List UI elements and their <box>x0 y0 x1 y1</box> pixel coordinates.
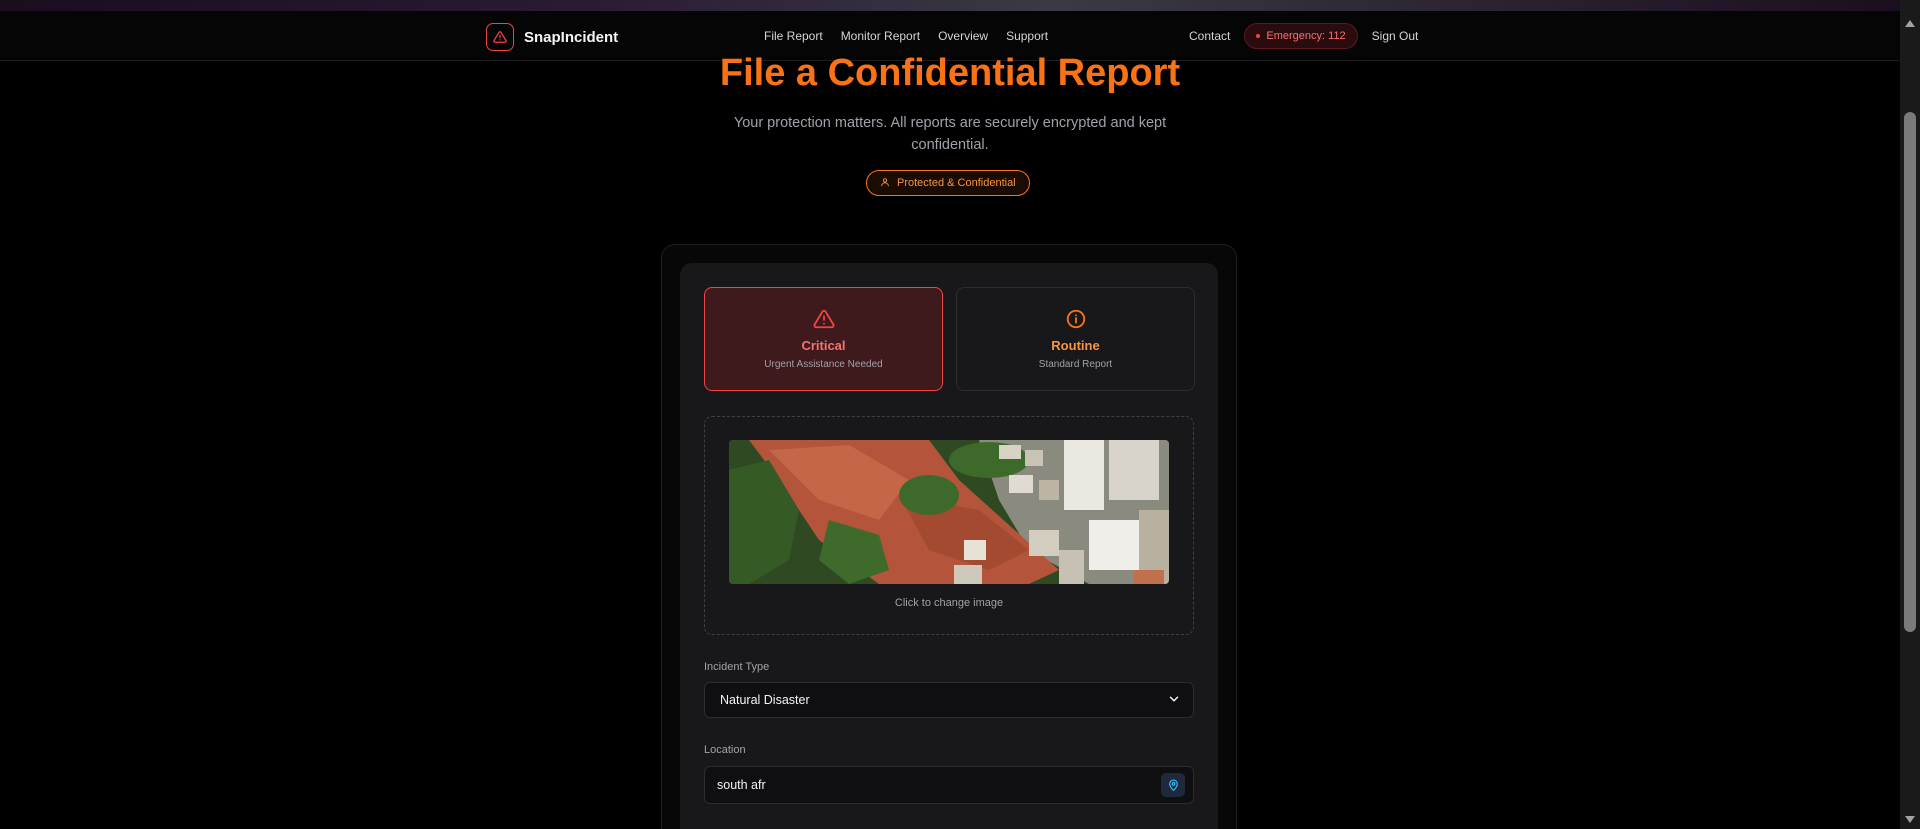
brand-name: SnapIncident <box>524 28 619 46</box>
emergency-label: Emergency: 112 <box>1266 30 1346 42</box>
nav-link-overview[interactable]: Overview <box>938 29 988 43</box>
nav-link-file-report[interactable]: File Report <box>764 29 823 43</box>
priority-critical-option[interactable]: Critical Urgent Assistance Needed <box>704 287 943 391</box>
protected-badge: Protected & Confidential <box>866 170 1030 196</box>
location-label: Location <box>704 744 746 756</box>
chevron-down-icon <box>1167 692 1181 709</box>
priority-routine-option[interactable]: Routine Standard Report <box>956 287 1195 391</box>
map-pin-icon <box>1168 778 1178 791</box>
priority-routine-subtitle: Standard Report <box>1038 359 1113 370</box>
priority-critical-title: Critical <box>801 338 846 353</box>
warning-triangle-icon <box>486 23 514 51</box>
protected-badge-label: Protected & Confidential <box>897 177 1016 189</box>
nav-link-support[interactable]: Support <box>1006 29 1048 43</box>
priority-critical-subtitle: Urgent Assistance Needed <box>764 359 883 370</box>
scroll-thumb[interactable] <box>1904 112 1916 632</box>
sign-out-link[interactable]: Sign Out <box>1372 29 1419 43</box>
brand[interactable]: SnapIncident <box>486 23 618 51</box>
incident-type-select[interactable]: Natural Disaster <box>704 682 1194 718</box>
nav-actions: Contact Emergency: 112 Sign Out <box>1189 23 1418 49</box>
info-icon <box>957 308 1194 330</box>
location-pin-button[interactable] <box>1161 773 1185 797</box>
priority-routine-title: Routine <box>1051 338 1100 353</box>
nav-link-contact[interactable]: Contact <box>1189 29 1230 43</box>
location-input[interactable] <box>717 778 1161 792</box>
landslide-photo[interactable] <box>729 440 1169 584</box>
page-title: File a Confidential Report <box>719 52 1181 94</box>
main-nav: File Report Monitor Report Overview Supp… <box>764 29 1048 43</box>
scroll-up-arrow-icon[interactable] <box>1905 20 1915 27</box>
location-field <box>704 766 1194 804</box>
page-scrollbar[interactable] <box>1900 0 1920 829</box>
incident-type-label: Incident Type <box>704 661 770 673</box>
emergency-dot-icon <box>1256 34 1261 38</box>
incident-type-value: Natural Disaster <box>720 693 810 707</box>
user-icon <box>880 177 890 190</box>
page-subtitle: Your protection matters. All reports are… <box>733 115 1167 153</box>
scroll-down-arrow-icon[interactable] <box>1905 816 1915 823</box>
nav-link-monitor-report[interactable]: Monitor Report <box>841 29 920 43</box>
warning-triangle-icon <box>705 308 942 330</box>
emergency-button[interactable]: Emergency: 112 <box>1244 23 1358 49</box>
browser-top-strip <box>0 0 1920 11</box>
upload-caption: Click to change image <box>894 597 1004 609</box>
